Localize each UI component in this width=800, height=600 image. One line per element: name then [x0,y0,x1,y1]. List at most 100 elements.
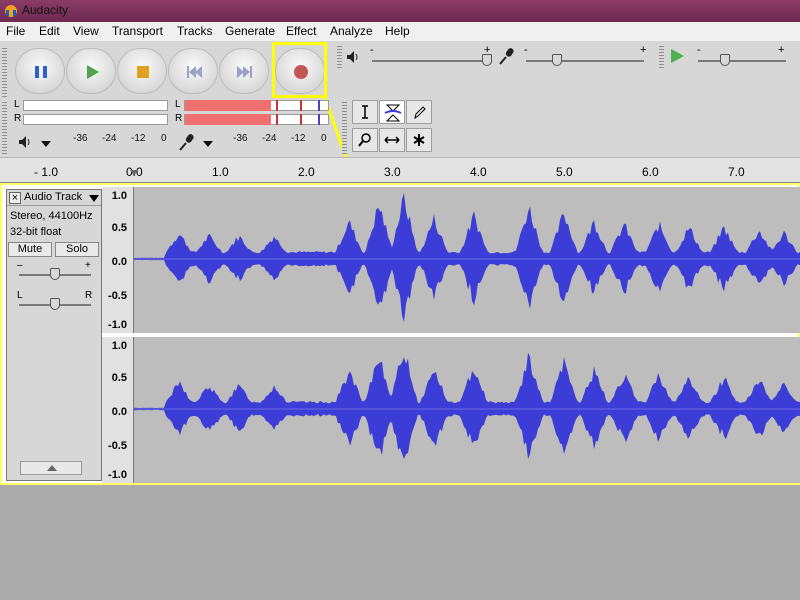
ruler-label: - 1.0 [34,165,59,179]
playback-meter-right[interactable] [23,114,168,125]
ibeam-icon [362,105,368,119]
input-volume-thumb[interactable] [552,54,562,66]
menu-bar: File Edit View Transport Tracks Generate… [0,22,800,42]
stop-icon [137,66,149,78]
magnifier-icon [358,133,371,147]
playback-tick: -24 [102,133,117,144]
pause-icon [35,66,47,78]
vscale-label: -0.5 [108,440,127,452]
output-volume-track[interactable] [372,60,492,62]
track-header: × Audio Track [7,190,101,206]
record-meter-dropdown-icon[interactable] [202,140,214,148]
record-meter-right[interactable] [184,114,329,125]
play-speed-thumb[interactable] [720,54,730,66]
speed-minus: - [697,44,701,56]
record-meter-right-level [185,114,271,125]
record-meter-left-label: L [175,99,181,110]
window-title: Audacity [22,3,69,17]
menu-file[interactable]: File [4,24,27,38]
record-tick: -24 [262,133,277,144]
gain-slider-thumb[interactable] [50,268,60,280]
play-head-marker-icon[interactable] [130,170,138,182]
solo-button[interactable]: Solo [55,242,99,257]
play-at-speed-icon[interactable] [668,47,686,65]
menu-tracks[interactable]: Tracks [175,24,215,38]
output-minus: - [370,44,374,56]
menu-effect[interactable]: Effect [284,24,318,38]
timeline-ruler[interactable]: - 1.0 0.0 1.0 2.0 3.0 4.0 5.0 6.0 7.0 [0,157,800,183]
track-control-panel: × Audio Track Stereo, 44100Hz 32-bit flo… [6,189,102,481]
selection-tool-button[interactable] [352,100,378,124]
pause-button[interactable] [15,48,65,94]
pencil-icon [414,106,426,120]
skip-to-end-icon [237,66,252,78]
record-meter-left-level [185,100,271,111]
mixer-grip[interactable] [337,44,342,68]
waveform-right-channel[interactable] [134,337,800,483]
ruler-label: 6.0 [642,165,659,179]
track-panel: × Audio Track Stereo, 44100Hz 32-bit flo… [0,183,800,485]
speaker-meter-icon[interactable] [18,135,32,149]
track-menu-dropdown-icon[interactable] [89,195,99,202]
gain-minus-label: – [17,260,23,271]
playback-meter-dropdown-icon[interactable] [40,140,52,148]
ruler-label: 5.0 [556,165,573,179]
output-volume-thumb[interactable] [482,54,492,66]
playback-tick: 0 [161,133,167,144]
tools-grip[interactable] [342,100,347,154]
playback-meter-left-label: L [14,99,20,110]
multi-tool-button[interactable] [406,128,432,152]
time-shift-tool-button[interactable] [379,128,405,152]
playspeed-grip[interactable] [659,44,664,68]
speaker-icon [347,51,358,63]
vscale-label: 0.0 [111,256,127,268]
track-name[interactable]: Audio Track [24,191,82,203]
playback-meter-right-label: R [14,113,22,124]
play-button[interactable] [66,48,116,94]
toolbar-grip[interactable] [2,46,7,98]
vertical-scale-bottom[interactable]: 1.0 0.5 0.0 -0.5 -1.0 [102,337,134,483]
playback-meter-left[interactable] [23,100,168,111]
playback-tick: -36 [73,133,88,144]
ruler-label: 7.0 [728,165,745,179]
record-tick: -12 [291,133,306,144]
pan-slider-thumb[interactable] [50,298,60,310]
vscale-label: -1.0 [108,469,127,481]
waveform-left-channel[interactable] [134,187,800,333]
zoom-tool-button[interactable] [352,128,378,152]
gain-plus-label: + [85,260,91,271]
menu-analyze[interactable]: Analyze [328,24,375,38]
record-peak-marker [276,114,278,125]
record-meter-left[interactable] [184,100,329,111]
playback-tick: -12 [131,133,146,144]
menu-generate[interactable]: Generate [223,24,277,38]
play-speed-track[interactable] [698,60,786,62]
skip-to-start-button[interactable] [168,48,218,94]
tools-toolbar [350,100,440,155]
vscale-label: 0.0 [111,406,127,418]
waveform-left-svg [134,193,800,322]
mute-button[interactable]: Mute [8,242,52,257]
stop-button[interactable] [117,48,167,94]
ruler-label: 4.0 [470,165,487,179]
menu-transport[interactable]: Transport [110,24,165,38]
vscale-label: -1.0 [108,319,127,331]
menu-help[interactable]: Help [383,24,412,38]
meter-grip[interactable] [2,100,7,154]
input-volume-track[interactable] [526,60,644,62]
microphone-meter-icon[interactable] [178,133,196,151]
record-meter-right-label: R [175,113,183,124]
menu-view[interactable]: View [71,24,101,38]
vscale-label: 1.0 [111,190,127,202]
close-track-icon[interactable]: × [9,192,21,204]
track-format: 32-bit float [10,226,62,238]
record-peak-marker [300,100,302,111]
menu-edit[interactable]: Edit [37,24,62,38]
skip-to-end-button[interactable] [219,48,269,94]
collapse-track-button[interactable] [20,461,82,475]
envelope-tool-button[interactable] [379,100,405,124]
draw-tool-button[interactable] [406,100,432,124]
play-icon [87,65,99,79]
vertical-scale-top[interactable]: 1.0 0.5 0.0 -0.5 -1.0 [102,187,134,333]
waveform-shape [134,352,800,460]
